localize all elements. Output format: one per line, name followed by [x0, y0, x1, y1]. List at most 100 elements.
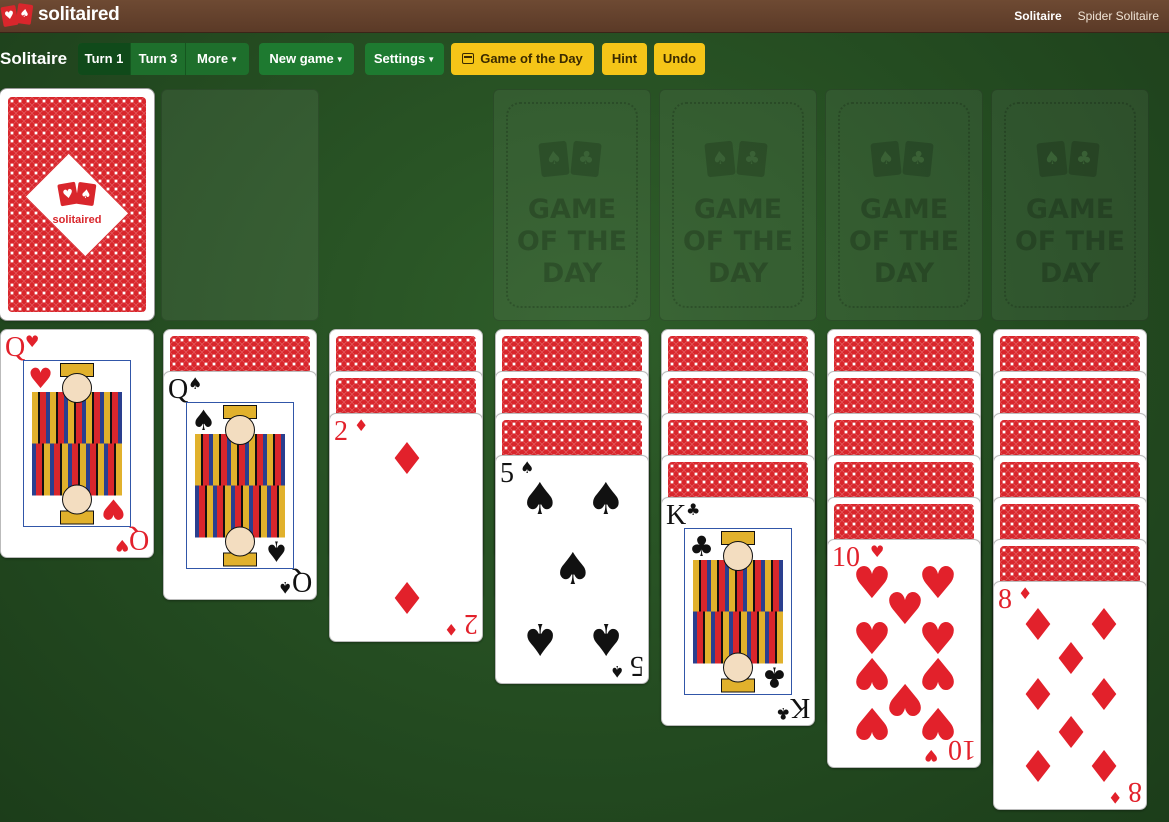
card-rank: 5 [630, 650, 644, 681]
court-figure: ♠ ♠ [186, 402, 294, 569]
card-suit-icon: ♣ [689, 530, 715, 563]
turn-1-button[interactable]: Turn 1 [78, 43, 131, 75]
card-suit-icon: ♠ [609, 662, 624, 681]
playing-card[interactable]: 8 ♦ 8 ♦ ♦ ♦ ♦ ♦ ♦ ♦ ♦ ♦ [993, 581, 1147, 810]
game-toolbar: Solitaire Turn 1 Turn 3 More ▼ New game ▼ … [0, 43, 1169, 75]
new-game-dropdown[interactable]: New game ▼ [259, 43, 354, 75]
settings-label: Settings [373, 51, 426, 66]
card-suit-icon: ♦ [354, 416, 369, 435]
card-pip: ♦ [387, 571, 427, 622]
card-pip: ♠ [553, 544, 593, 595]
turn-3-button[interactable]: Turn 3 [131, 43, 186, 75]
card-pip: ♠ [586, 474, 626, 525]
top-nav: Solitaire Spider Solitaire [1014, 9, 1159, 23]
logo-text: solitaired [38, 4, 120, 25]
page-title: Solitaire [0, 49, 68, 68]
calendar-icon [462, 53, 475, 64]
card-suit-icon: ♠ [191, 404, 217, 437]
foundation-2[interactable]: ♠ ♣ GAME OF THE DAY [659, 89, 817, 321]
new-game-label: New game [269, 51, 334, 66]
foundation-4[interactable]: ♠ ♣ GAME OF THE DAY [991, 89, 1149, 321]
card-pip: ♦ [387, 434, 427, 485]
game-of-the-day-placeholder: ♠ ♣ GAME OF THE DAY [506, 102, 638, 308]
court-head [723, 652, 753, 682]
card-rank: 8 [1128, 776, 1142, 807]
court-head [62, 373, 92, 403]
chevron-down-icon: ▼ [335, 54, 344, 64]
game-of-the-day-placeholder: ♠ ♣ GAME OF THE DAY [838, 102, 970, 308]
playing-card[interactable]: 10 ♥ 10 ♥ ♥ ♥ ♥ ♥ ♥ ♥ ♥ ♥ ♥ ♥ [827, 539, 981, 768]
placeholder-text: GAME OF THE DAY [1014, 194, 1126, 289]
card-rank: 2 [334, 416, 348, 447]
card-rank: Q [5, 332, 26, 363]
chevron-down-icon: ▼ [427, 54, 436, 64]
card-suit-icon: ♠ [263, 534, 289, 567]
card-pip: ♥ [852, 697, 892, 748]
card-rank: 8 [998, 584, 1012, 615]
card-suit-icon: ♥ [25, 332, 40, 351]
court-half: ♣ [685, 529, 791, 612]
card-suit-icon: ♥ [100, 492, 126, 525]
turn-mode-group: Turn 1 Turn 3 More ▼ [78, 43, 249, 75]
card-pip: ♥ [918, 697, 958, 748]
hint-button[interactable]: Hint [602, 43, 647, 75]
site-logo[interactable]: ♥ ♠ solitaired [0, 3, 120, 28]
court-half: ♥ [24, 443, 130, 527]
card-rank: K [789, 692, 810, 723]
placeholder-text: GAME OF THE DAY [848, 194, 960, 289]
card-suit-icon: ♥ [28, 362, 54, 395]
court-head [225, 415, 255, 445]
court-head [62, 484, 92, 514]
card-rank: K [666, 500, 687, 531]
more-label: More [197, 51, 229, 66]
card-suit-icon: ♣ [761, 660, 787, 693]
nav-spider-solitaire[interactable]: Spider Solitaire [1078, 9, 1159, 23]
game-of-the-day-placeholder: ♠ ♣ GAME OF THE DAY [1004, 102, 1136, 308]
top-bar: ♥ ♠ solitaired Solitaire Spider Solitair… [0, 0, 1169, 33]
undo-button[interactable]: Undo [654, 43, 705, 75]
card-pip: ♠ [586, 613, 626, 664]
card-suit-icon: ♥ [923, 746, 938, 765]
foundation-1[interactable]: ♠ ♣ GAME OF THE DAY [493, 89, 651, 321]
playing-card[interactable]: 5 ♠ 5 ♠ ♠ ♠ ♠ ♠ ♠ [495, 455, 649, 684]
cards-icon: ♠ ♣ [704, 140, 770, 178]
card-pip: ♠ [520, 613, 560, 664]
card-suit-icon: ♠ [188, 374, 203, 393]
game-of-the-day-button[interactable]: Game of the Day [451, 43, 594, 75]
foundation-3[interactable]: ♠ ♣ GAME OF THE DAY [825, 89, 983, 321]
playing-card[interactable]: Q ♥ Q ♥ ♥ ♥ [0, 329, 154, 558]
game-of-the-day-label: Game of the Day [480, 51, 583, 66]
card-rank: 2 [464, 608, 478, 639]
card-pip: ♠ [520, 474, 560, 525]
card-suit-icon: ♣ [686, 500, 701, 519]
settings-dropdown[interactable]: Settings ▼ [365, 43, 444, 75]
court-half: ♣ [685, 611, 791, 695]
logo-cards-icon: ♥ ♠ [0, 3, 34, 28]
playing-card[interactable]: K ♣ K ♣ ♣ ♣ [661, 497, 815, 726]
cards-icon: ♠ ♣ [1036, 140, 1102, 178]
stock-pile[interactable]: ♥ ♠ solitaired [0, 89, 154, 320]
playing-card[interactable]: 2 ♦ 2 ♦ ♦ ♦ [329, 413, 483, 642]
cards-icon: ♠ ♣ [538, 140, 604, 178]
card-pip: ♦ [1018, 739, 1058, 790]
court-half: ♠ [187, 403, 293, 486]
waste-pile[interactable] [161, 89, 319, 321]
card-rank: 5 [500, 458, 514, 489]
cards-icon: ♠ ♣ [870, 140, 936, 178]
playing-card[interactable]: Q ♠ Q ♠ ♠ ♠ [163, 371, 317, 600]
court-half: ♠ [187, 485, 293, 569]
game-of-the-day-placeholder: ♠ ♣ GAME OF THE DAY [672, 102, 804, 308]
placeholder-text: GAME OF THE DAY [516, 194, 628, 289]
nav-solitaire[interactable]: Solitaire [1014, 9, 1061, 23]
card-suit-icon: ♦ [1107, 788, 1122, 807]
court-head [225, 526, 255, 556]
chevron-down-icon: ▼ [230, 54, 238, 64]
card-back-brand: solitaired [52, 214, 102, 226]
more-dropdown[interactable]: More ▼ [186, 43, 249, 75]
card-suit-icon: ♣ [775, 704, 790, 723]
card-pip: ♦ [1084, 739, 1124, 790]
card-suit-icon: ♦ [443, 620, 458, 639]
court-figure: ♥ ♥ [23, 360, 131, 527]
court-head [723, 541, 753, 571]
card-suit-icon: ♥ [114, 536, 129, 555]
